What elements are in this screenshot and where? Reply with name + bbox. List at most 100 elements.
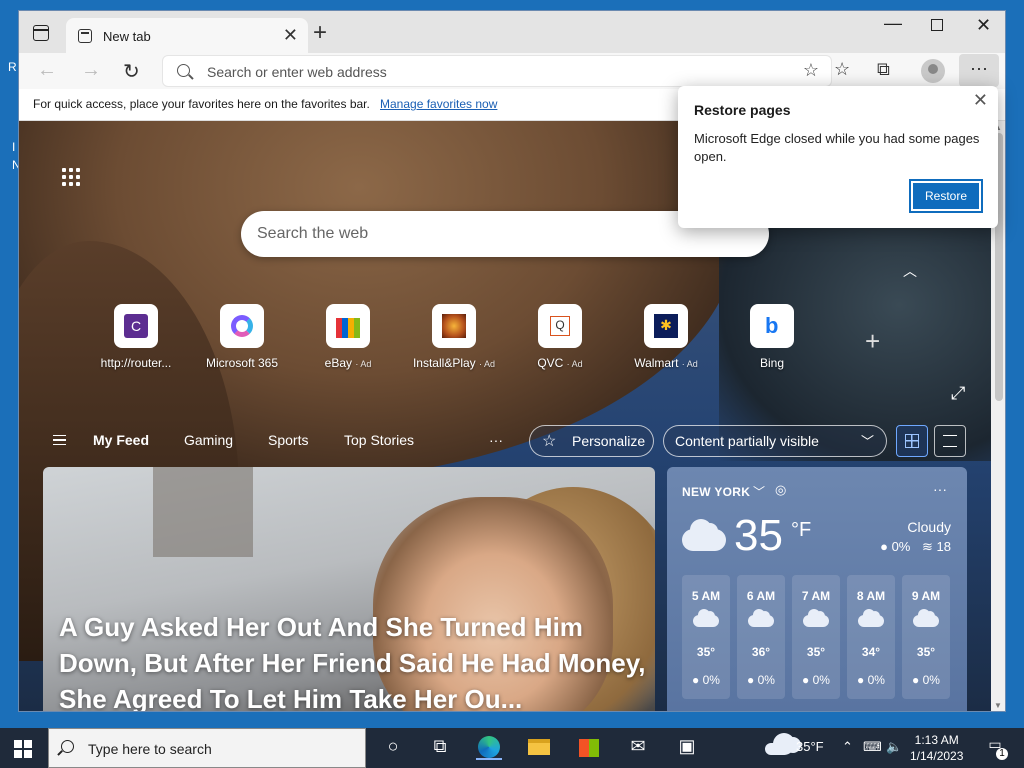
weather-card[interactable]: NEW YORK ﹀ ◎ ··· 35 °F Cloudy ● 0% ≋ 18 … [667,467,967,711]
close-tab-icon[interactable]: ✕ [283,25,298,46]
windows-start-icon[interactable] [14,740,32,758]
tab-sports[interactable]: Sports [268,432,308,448]
weather-cloud-icon[interactable] [765,733,801,755]
quick-link-qvc[interactable]: Q QVC · Ad [507,304,613,370]
quick-link-walmart[interactable]: ✱ Walmart · Ad [613,304,719,370]
refresh-icon[interactable]: ↻ [123,59,140,84]
address-bar[interactable]: Search or enter web address ☆ [162,55,832,87]
volume-icon[interactable]: 🔈 [886,739,902,755]
personalize-label: Personalize [572,433,646,449]
chevron-up-icon[interactable]: ︿ [903,261,917,281]
restore-button[interactable]: Restore [909,179,983,213]
manage-favorites-link[interactable]: Manage favorites now [380,97,497,111]
hourly-forecast-item[interactable]: 7 AM 35° ● 0% [792,575,840,699]
file-explorer-icon[interactable] [526,736,552,760]
raindrop-icon: ● [747,673,755,687]
desktop-letter: I [12,140,16,154]
popup-message: Microsoft Edge closed while you had some… [694,131,980,164]
list-view-button[interactable] [934,425,966,457]
popup-title: Restore pages [694,102,791,118]
menu-icon[interactable] [53,435,66,445]
expand-icon[interactable]: ⤢ [951,383,965,404]
app-launcher-icon[interactable] [62,168,80,186]
raindrop-icon: ● [692,673,700,687]
minimize-button[interactable]: — [884,13,902,34]
personalize-button[interactable]: ☆ Personalize [529,425,654,457]
back-arrow-icon[interactable]: ← [37,59,57,82]
quick-link-label: eBay [324,356,352,370]
forecast-hour: 7 AM [801,589,831,603]
store-icon[interactable] [576,736,602,760]
close-window-button[interactable]: ✕ [976,15,991,36]
hourly-forecast-item[interactable]: 6 AM 36° ● 0% [737,575,785,699]
cloud-icon [858,609,884,627]
globe-icon[interactable]: ◎ [775,482,786,498]
hourly-forecast-item[interactable]: 9 AM 35° ● 0% [902,575,950,699]
mail-icon[interactable]: ✉ [625,736,651,760]
add-quick-link-button[interactable]: + [865,326,880,357]
news-card[interactable]: A Guy Asked Her Out And She Turned Him D… [43,467,655,712]
quick-link-router[interactable]: C http://router... [83,304,189,370]
taskbar-temperature[interactable]: 35°F [796,739,824,754]
edge-icon[interactable] [476,736,502,760]
forecast-hour: 8 AM [856,589,886,603]
desktop-letter: R [8,60,17,74]
network-icon[interactable]: ⌨ [863,739,882,755]
tab-gaming[interactable]: Gaming [184,432,233,448]
more-tabs-button[interactable]: ··· [489,432,503,448]
close-icon[interactable]: ✕ [973,90,988,111]
feed-navigation: My Feed Gaming Sports Top Stories ··· ☆ … [19,417,991,465]
notification-icon[interactable]: ▭ 1 [982,736,1008,760]
news-image [153,467,253,557]
clock[interactable]: 1:13 AM 1/14/2023 [910,732,963,764]
maximize-button[interactable] [931,19,943,31]
tab-top-stories[interactable]: Top Stories [344,432,414,448]
hourly-forecast-item[interactable]: 8 AM 34° ● 0% [847,575,895,699]
quick-link-bing[interactable]: b Bing [719,304,825,370]
search-icon [61,740,74,753]
news-headline: A Guy Asked Her Out And She Turned Him D… [59,612,646,712]
profile-avatar[interactable] [921,59,945,83]
cortana-icon[interactable]: ○ [380,736,406,760]
tab-my-feed[interactable]: My Feed [93,432,149,448]
scroll-down-icon[interactable]: ▼ [994,701,1002,710]
notification-count: 1 [996,748,1008,760]
tab-new-tab[interactable]: New tab ✕ [66,18,308,54]
quick-link-microsoft-365[interactable]: Microsoft 365 [189,304,295,370]
forecast-precip: 0% [867,673,885,687]
hourly-forecast-item[interactable]: 5 AM 35° ● 0% [682,575,730,699]
quick-link-ebay[interactable]: eBay · Ad [295,304,401,370]
tab-favicon-icon [78,29,92,43]
forecast-temp: 35° [806,645,826,659]
cloud-icon [913,609,939,627]
collections-icon[interactable]: ⧉ [877,59,890,80]
weather-stats: ● 0% ≋ 18 [880,539,951,555]
favorites-bar-text: For quick access, place your favorites h… [33,97,370,111]
ebay-bag-icon [326,304,370,348]
taskbar-search[interactable]: Type here to search [48,728,366,768]
qvc-icon: Q [538,304,582,348]
tab-actions-icon[interactable] [33,25,49,41]
app-icon[interactable]: ▣ [674,736,700,760]
chevron-up-icon[interactable]: ⌃ [842,739,853,755]
new-tab-button[interactable]: + [313,19,327,47]
forecast-precip: 0% [922,673,940,687]
chevron-down-icon[interactable]: ﹀ [753,483,765,500]
m365-icon [220,304,264,348]
weather-more-button[interactable]: ··· [933,481,947,497]
restore-pages-popup: Restore pages ✕ Microsoft Edge closed wh… [678,86,998,228]
add-favorite-star-icon[interactable]: ☆ [803,60,819,81]
forward-arrow-icon[interactable]: → [81,59,101,82]
weather-temperature: 35 [734,511,783,560]
c-icon: C [114,304,158,348]
quick-link-install-and-play[interactable]: Install&Play · Ad [401,304,507,370]
quick-link-label: Bing [759,356,785,370]
grid-view-button[interactable] [896,425,928,457]
content-visibility-dropdown[interactable]: Content partially visible ﹀ [663,425,887,457]
favorites-icon[interactable]: ☆ [834,59,850,80]
task-view-icon[interactable]: ⧉ [427,736,453,760]
clock-time: 1:13 AM [914,733,959,747]
raindrop-icon: ● [857,673,865,687]
ad-badge: · Ad [566,359,583,369]
settings-more-button[interactable]: ··· [959,54,999,87]
